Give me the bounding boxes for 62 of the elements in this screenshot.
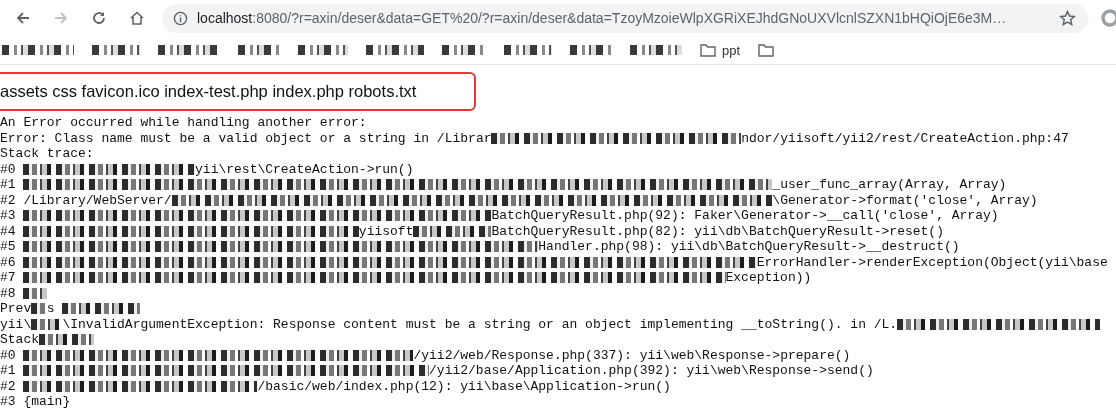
redacted-text — [23, 287, 47, 299]
address-bar[interactable]: localhost:8080/?r=axin/deser&data=GET%20/?r=axin/deser&data=TzoyMzoieWlpXGRiXEJhdGNoUXVlcnlSZXN1bHQiOjE6e3M… — [162, 3, 1088, 33]
trace-text: #0 — [0, 347, 17, 363]
trace-text: #3 {main} — [0, 394, 71, 410]
redacted-bookmark[interactable] — [504, 45, 552, 55]
redacted-text — [31, 318, 63, 330]
redacted-bookmark[interactable] — [570, 45, 612, 55]
trace-text: /basic/web/index.php(12): yii\base\Application->run() — [257, 378, 671, 394]
trace-text: #1 — [0, 363, 17, 379]
redacted-text — [39, 334, 94, 346]
trace-text: BatchQueryResult.php(92): Faker\Generator->__call('close', Array) — [491, 208, 999, 224]
reload-icon[interactable] — [91, 10, 107, 26]
trace-text: yiisoft — [358, 223, 414, 239]
redacted-bookmark[interactable] — [92, 45, 140, 55]
redacted-bookmark[interactable] — [158, 45, 220, 55]
trace-text: #8 — [0, 285, 17, 301]
trace-text: Stack trace: — [0, 146, 94, 162]
trace-text: #5 — [0, 239, 17, 255]
trace-text: Exception)) — [725, 270, 812, 286]
trace-text: Handler.php(98): yii\db\BatchQueryResult->__destruct() — [538, 239, 960, 255]
trace-text: #6 — [0, 254, 17, 270]
bookmark-folder[interactable]: ppt — [700, 42, 741, 58]
redacted-bookmark[interactable] — [630, 45, 682, 55]
trace-text: Prev — [0, 301, 32, 317]
redacted-bookmark[interactable] — [298, 45, 348, 55]
redacted-bookmark[interactable] — [366, 45, 424, 55]
trace-text: Stack — [0, 332, 39, 348]
trace-text: s — [46, 301, 56, 317]
trace-text: yii\ — [0, 316, 32, 332]
info-icon[interactable] — [173, 10, 188, 26]
trace-text: BatchQueryResult.php(82): yii\db\BatchQueryResult->reset() — [491, 223, 944, 239]
trace-text: /yii2/base/Application.php(392): yii\web\Response->send() — [429, 363, 874, 379]
trace-text: #2 — [0, 378, 17, 394]
bookmark-label: ppt — [722, 42, 741, 58]
bookmark-folder[interactable] — [758, 43, 775, 57]
folder-icon — [700, 43, 716, 57]
redacted-bookmark[interactable] — [238, 45, 280, 55]
star-icon[interactable] — [1059, 9, 1076, 27]
redacted-text — [31, 303, 47, 315]
trace-text: Error: Class name must be a valid object or a string in /Librar — [0, 130, 492, 146]
url-text: localhost:8080/?r=axin/deser&data=GET%20/?r=axin/deser&data=TzoyMzoieWlpXGRiXEJhdGNoUXVlcnlSZXN1bHQiOjE6e3M… — [197, 10, 1008, 26]
trace-text: ErrorHandler->renderException(Object(yii\base — [756, 254, 1108, 270]
trace-text: ndor/yiisoft/yii2/rest/CreateAction.php:47 — [741, 130, 1069, 146]
trace-text: An Error occurred while handling another error: — [0, 115, 367, 131]
trace-text: #2 /Library/WebServer/ — [0, 192, 172, 208]
redacted-bookmark[interactable] — [442, 45, 486, 55]
trace-text: /yii2/web/Response.php(337): yii\web\Response->prepare() — [413, 347, 851, 363]
trace-text: \InvalidArgumentException: Response content must be a string or an object implementing __toString(). in /L. — [62, 316, 898, 332]
trace-text: #7 — [0, 270, 17, 286]
trace-text: _user_func_array(Array, Array) — [772, 177, 1007, 193]
trace-text: #0 — [0, 161, 17, 177]
trace-text: #3 — [0, 208, 17, 224]
output-text: assets css favicon.ico index-test.php index.php robots.txt — [0, 82, 417, 101]
trace-text: #4 — [0, 223, 17, 239]
redacted-bookmark[interactable] — [2, 45, 74, 55]
back-icon[interactable] — [15, 10, 31, 26]
profile-icon[interactable] — [1100, 8, 1116, 28]
trace-text: #1 — [0, 177, 17, 193]
trace-text: \Generator->format('close', Array) — [772, 192, 1038, 208]
trace-text: yii\rest\CreateAction->run() — [195, 161, 414, 177]
folder-icon — [758, 43, 775, 57]
home-icon[interactable] — [129, 10, 145, 26]
